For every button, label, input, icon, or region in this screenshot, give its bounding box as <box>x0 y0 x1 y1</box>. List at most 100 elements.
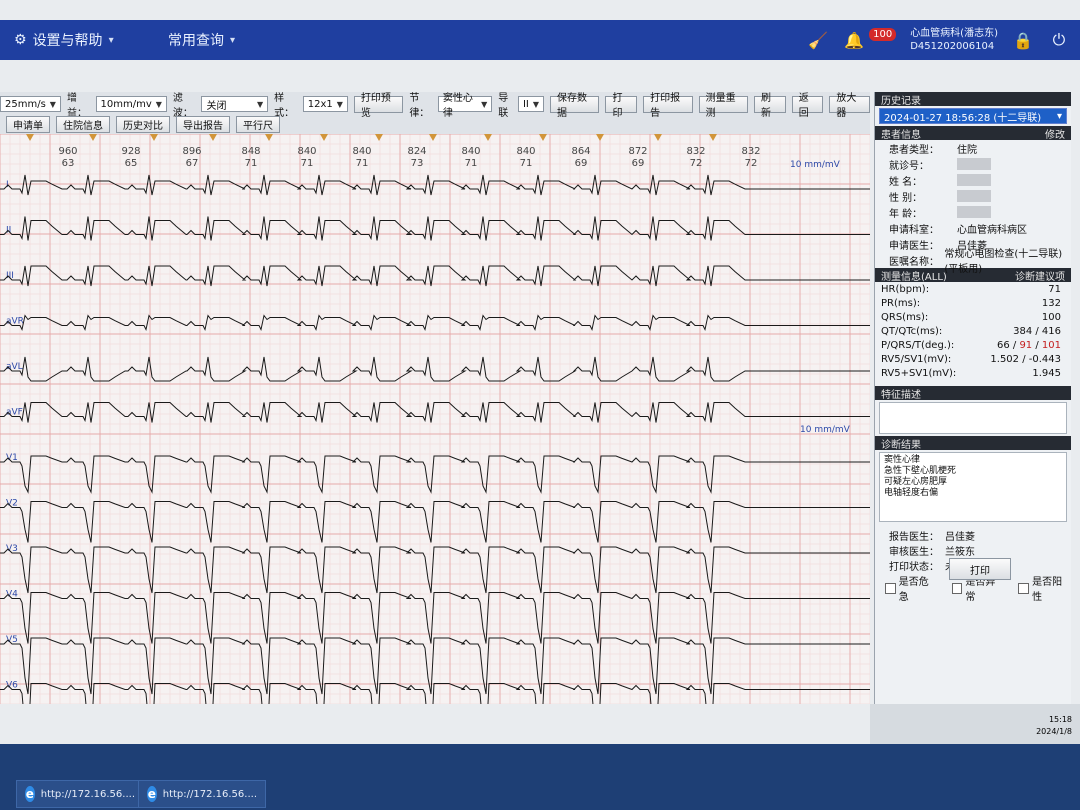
clock-date: 2024/1/8 <box>1036 727 1072 736</box>
clock-time: 15:18 <box>1048 715 1072 724</box>
heart-rate-label: 69 <box>632 158 645 169</box>
power-icon[interactable]: ⏻ <box>1048 29 1070 51</box>
chevron-down-icon: ▼ <box>49 99 56 109</box>
diagnosis-suggestion-link[interactable]: 诊断建议项 <box>1015 268 1065 283</box>
patient-field-value <box>957 158 991 170</box>
inpatient-info-button[interactable]: 住院信息 <box>56 115 110 133</box>
beat-marker-icon <box>375 134 383 141</box>
print-preview-button[interactable]: 打印预览 <box>353 93 404 119</box>
history-select[interactable]: 2024-01-27 18:56:28 (十二导联) ▾ <box>879 108 1067 124</box>
patient-field-label: 就诊号： <box>889 160 929 172</box>
checkbox-box[interactable] <box>951 582 963 594</box>
notification-badge: 100 <box>869 27 897 41</box>
feature-title: 特征描述 <box>881 389 921 401</box>
export-report-button[interactable]: 导出报告 <box>176 115 230 133</box>
patient-field-label: 申请科室： <box>889 224 939 236</box>
return-button[interactable]: 返回 <box>791 93 824 119</box>
user-dept: 心血管病科(潘志东) <box>910 28 998 39</box>
lock-icon[interactable]: 🔒 <box>1012 29 1034 51</box>
rr-interval-label: 840 <box>297 146 316 157</box>
diagnosis-textarea[interactable]: 窦性心律 急性下壁心肌梗死 可疑左心房肥厚 电轴轻度右偏 <box>879 452 1067 522</box>
calibration-label: 10 mm/mV <box>800 425 851 435</box>
remeasure-button[interactable]: 测量重测 <box>698 93 749 119</box>
patient-field-row: 患者类型： 住院 <box>875 140 1071 156</box>
history-title: 历史记录 <box>881 95 921 107</box>
checkbox-box[interactable] <box>885 582 896 594</box>
heart-rate-label: 71 <box>356 158 369 169</box>
heart-rate-label: 71 <box>520 158 533 169</box>
taskbar-item-2[interactable]: e http://172.16.56.... <box>138 780 266 808</box>
basic-header: 患者信息 修改 <box>875 126 1071 141</box>
patient-field-value: 住院 <box>957 144 977 156</box>
chevron-down-icon: ▼ <box>155 99 162 109</box>
edit-link[interactable]: 修改 <box>1045 126 1065 141</box>
patient-field-value <box>957 174 991 186</box>
speed-select[interactable]: 25mm/s ▼ <box>0 96 61 112</box>
taskbar-item-2-label: http://172.16.56.... <box>162 788 257 800</box>
rr-interval-label: 864 <box>571 146 590 157</box>
measure-value: 71 <box>1048 283 1061 295</box>
zoom-button[interactable]: 放大器 <box>829 93 870 119</box>
gain-select[interactable]: 10mm/mv ▼ <box>95 96 167 112</box>
patient-field-label: 姓 名： <box>889 176 923 188</box>
ecg-lead-trace <box>0 637 870 695</box>
patient-field-label: 医嘱名称： <box>889 256 939 268</box>
flag-checkbox[interactable]: 是否危急 <box>885 573 938 603</box>
common-query-label: 常用查询 <box>168 33 224 49</box>
ecg-waveform-area[interactable]: 960 63 928 65 896 67 848 71 840 71 840 71 824 73 840 71… <box>0 134 870 704</box>
checkbox-label: 是否危急 <box>898 577 929 603</box>
rr-interval-label: 928 <box>121 146 140 157</box>
panel-print-button[interactable]: 打印 <box>949 558 1011 580</box>
system-tray: 15:18 2024/1/8 <box>870 704 1080 744</box>
measure-label: RV5/SV1(mV): <box>881 353 952 365</box>
ecg-lead-trace <box>0 592 870 644</box>
parallel-ruler-button[interactable]: 平行尺 <box>236 115 280 133</box>
rhythm-select[interactable]: 窦性心律 ▼ <box>437 93 493 119</box>
doctor-row: 报告医生： 吕佳菱 <box>875 528 1071 543</box>
chevron-down-icon: ▼ <box>336 99 343 109</box>
refresh-button[interactable]: 刷新 <box>754 93 786 119</box>
heart-rate-label: 72 <box>745 158 758 169</box>
top-right-controls: 🧹 🔔 100 心血管病科(潘志东) D451202006104 🔒 ⏻ <box>807 24 1070 56</box>
lead-select[interactable]: II ▼ <box>517 96 545 112</box>
beat-marker-icon <box>26 134 34 141</box>
ecg-toolbar: 25mm/s ▼ 增益： 10mm/mv ▼ 滤波： 关闭 ▼ 样式： 12x1 ▼ 打… <box>0 92 870 135</box>
history-compare-button[interactable]: 历史对比 <box>116 115 170 133</box>
feature-header: 特征描述 <box>875 386 1071 401</box>
doctor-label: 审核医生： <box>889 547 939 558</box>
screen: ⚙ 设置与帮助 ▾ 常用查询 ▾ 🧹 🔔 100 心血管病科(潘志东) D451… <box>0 0 1080 810</box>
filter-select[interactable]: 关闭 ▼ <box>201 96 269 112</box>
print-button[interactable]: 打印 <box>605 93 638 119</box>
heart-rate-label: 71 <box>245 158 258 169</box>
flag-checkbox[interactable]: 是否阳性 <box>1018 573 1071 603</box>
beat-marker-icon <box>150 134 158 141</box>
measure-label: HR(bpm): <box>881 283 930 295</box>
rr-interval-label: 872 <box>628 146 647 157</box>
broom-icon[interactable]: 🧹 <box>807 29 829 51</box>
user-id: D451202006104 <box>910 41 995 52</box>
measure-label: QRS(ms): <box>881 311 929 323</box>
settings-help-menu[interactable]: ⚙ 设置与帮助 ▾ <box>14 30 114 50</box>
measure-row: PR(ms): 132 <box>875 296 1071 310</box>
measure-label: PR(ms): <box>881 297 921 309</box>
style-select[interactable]: 12x1 ▼ <box>302 96 348 112</box>
save-data-button[interactable]: 保存数据 <box>550 93 600 119</box>
taskbar-item-1[interactable]: e http://172.16.56.... <box>16 780 144 808</box>
rr-interval-label: 832 <box>741 146 760 157</box>
chevron-down-icon: ▼ <box>257 99 264 109</box>
patient-field-row: 年 龄： <box>875 204 1071 220</box>
beat-marker-icon <box>484 134 492 141</box>
patient-field-row: 就诊号： <box>875 156 1071 172</box>
bell-icon[interactable]: 🔔 <box>843 29 865 51</box>
measure-label: QT/QTc(ms): <box>881 325 943 337</box>
application-form-button[interactable]: 申请单 <box>6 115 50 133</box>
diagnosis-line: 电轴轻度右偏 <box>884 488 939 498</box>
patient-field-row: 医嘱名称： 常规心电图检查(十二导联)(平板用) <box>875 249 1071 275</box>
common-query-menu[interactable]: 常用查询 ▾ <box>168 30 235 50</box>
checkbox-box[interactable] <box>1018 582 1030 594</box>
rhythm-label: 节律： <box>409 93 430 119</box>
print-report-button[interactable]: 打印报告 <box>643 93 693 119</box>
basic-title: 患者信息 <box>881 129 921 141</box>
measure-value: 100 <box>1041 311 1061 323</box>
feature-textarea[interactable] <box>879 402 1067 434</box>
